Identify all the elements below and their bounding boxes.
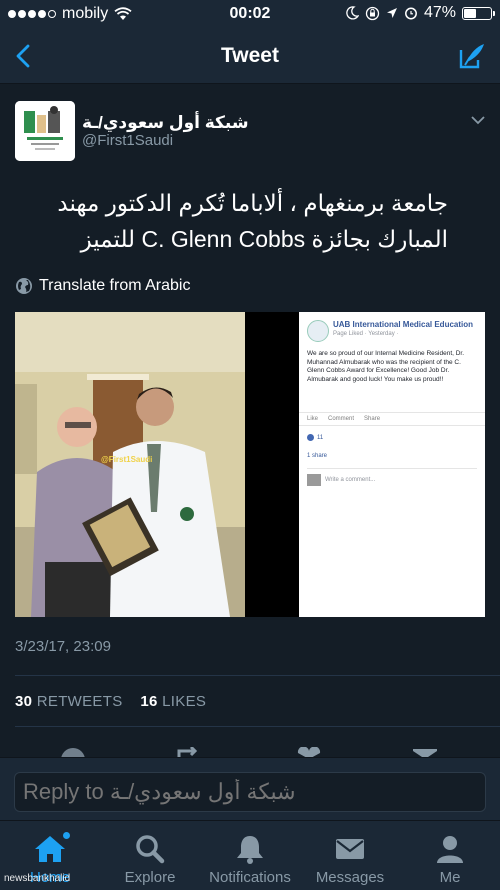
tab-bar: Home Explore Notifications Messages Me — [0, 820, 500, 890]
fb-comment-label: Comment — [328, 416, 355, 422]
fb-like-count: 11 — [307, 434, 323, 441]
retweets-label[interactable]: RETWEETS — [37, 693, 123, 710]
tweet-stats: 30 RETWEETS 16 LIKES — [15, 693, 206, 710]
tab-notifications-label: Notifications — [209, 869, 291, 886]
heart-icon[interactable] — [296, 747, 322, 757]
location-icon — [386, 8, 397, 18]
tweet-timestamp: 3/23/17, 23:09 — [15, 638, 111, 655]
photo-watermark: @First1Saudi — [101, 455, 153, 464]
retweet-count[interactable]: 30 — [15, 693, 32, 710]
moon-icon — [346, 6, 359, 20]
globe-icon — [16, 278, 32, 294]
person-icon — [437, 836, 463, 863]
photo-illustration — [15, 312, 245, 617]
divider — [15, 675, 500, 676]
dm-share-icon[interactable] — [412, 747, 438, 757]
reply-bar — [0, 757, 500, 820]
fb-actions: Like Comment Share — [299, 412, 485, 426]
tab-explore[interactable]: Explore — [100, 821, 200, 890]
award-photo: @First1Saudi — [15, 312, 245, 617]
fb-like-icon — [307, 434, 314, 441]
first-saudi-logo — [15, 101, 75, 161]
like-count[interactable]: 16 — [140, 693, 157, 710]
fb-page-name: UAB International Medical Education — [333, 320, 474, 329]
fb-post-meta: Page Liked · Yesterday · — [333, 331, 399, 337]
new-tweets-dot — [63, 832, 70, 839]
fb-like-label: Like — [307, 416, 319, 422]
tweet-detail: شبكة أول سعودي/ـة @First1Saudi جامعة برم… — [0, 85, 500, 757]
divider — [15, 726, 500, 727]
user-handle[interactable]: @First1Saudi — [82, 132, 173, 149]
page-title: Tweet — [221, 44, 279, 67]
battery-percent: 47% — [423, 4, 456, 21]
compose-tweet-icon[interactable] — [456, 40, 488, 72]
tab-me-label: Me — [439, 869, 461, 886]
facebook-post-screenshot: UAB International Medical Education Page… — [299, 312, 485, 617]
alarm-icon — [405, 7, 417, 20]
tab-messages-label: Messages — [315, 869, 385, 886]
status-right: 47% — [345, 4, 495, 22]
reply-icon[interactable] — [61, 748, 85, 757]
tweet-photo[interactable]: @First1Saudi UAB International Medical E… — [15, 312, 485, 617]
fb-share-count: 1 share — [307, 453, 328, 459]
status-bar: mobily 00:02 47% — [0, 0, 500, 28]
tweet-text: جامعة برمنغهام ، ألاباما تُكرم الدكتور م… — [57, 190, 448, 252]
avatar[interactable] — [15, 101, 75, 161]
bell-icon — [237, 836, 263, 864]
tweet-actions — [0, 745, 500, 757]
tab-explore-label: Explore — [124, 869, 176, 886]
fb-like-count-value: 11 — [317, 434, 324, 441]
reply-input[interactable] — [14, 772, 486, 812]
chevron-down-icon[interactable] — [470, 112, 486, 128]
fb-comment-placeholder: Write a comment... — [325, 476, 376, 483]
search-icon — [136, 835, 165, 864]
image-watermark: newsbankhalid — [4, 873, 71, 884]
display-name[interactable]: شبكة أول سعودي/ـة — [82, 113, 282, 133]
uab-logo-icon — [307, 320, 329, 342]
rotation-lock-icon — [365, 6, 380, 20]
nav-bar: Tweet — [0, 28, 500, 84]
tab-messages[interactable]: Messages — [300, 821, 400, 890]
translate-button[interactable]: Translate from Arabic — [15, 277, 190, 295]
battery-icon — [462, 6, 495, 20]
battery-level — [464, 8, 477, 18]
fb-commenter-avatar — [307, 473, 321, 486]
fb-share-label: Share — [364, 416, 381, 422]
home-icon — [35, 836, 65, 862]
retweet-icon[interactable] — [176, 747, 202, 757]
tab-me[interactable]: Me — [400, 821, 500, 890]
fb-comment-box: Write a comment... — [307, 468, 477, 486]
fb-post-body: We are so proud of our Internal Medicine… — [307, 350, 465, 383]
tab-notifications[interactable]: Notifications — [200, 821, 300, 890]
photo-divider — [245, 312, 299, 617]
translate-label: Translate from Arabic — [39, 277, 191, 294]
envelope-icon — [336, 839, 364, 859]
likes-label[interactable]: LIKES — [162, 693, 206, 710]
